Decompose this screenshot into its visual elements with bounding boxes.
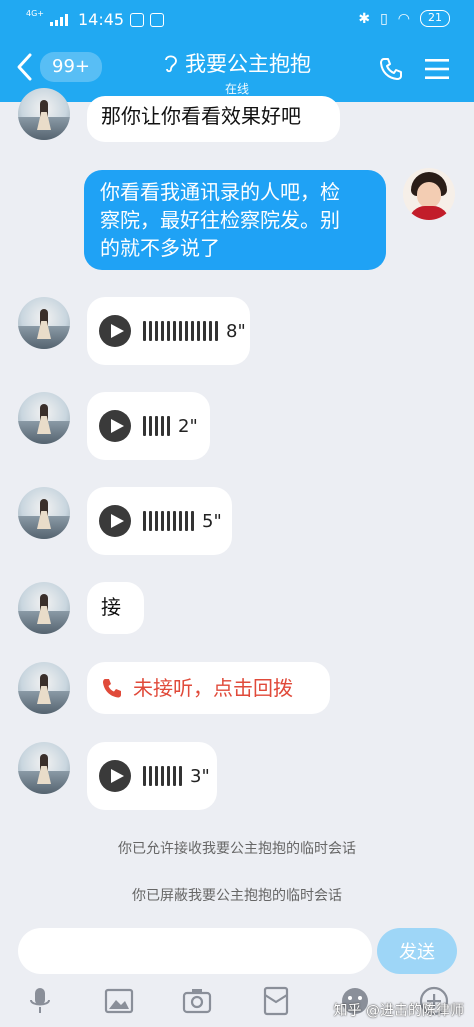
app-notification-icon (150, 12, 165, 27)
bluetooth-icon: ✱ (358, 10, 371, 27)
message-text-line: 的就不多说了 (100, 236, 220, 260)
voice-waveform (143, 765, 182, 787)
microphone-icon[interactable] (25, 986, 55, 1016)
notification-icon (130, 12, 145, 27)
phone-icon (103, 679, 121, 698)
network-type: 4G+ (26, 8, 44, 18)
wifi-icon: ◠ (397, 10, 410, 27)
chat-header: 4G+ 14:45 ✱ ▯ ◠ 21 99+ 我要公主抱抱 在线 (0, 0, 474, 102)
contact-avatar[interactable] (18, 487, 70, 539)
red-packet-icon[interactable] (261, 986, 291, 1016)
play-icon (110, 769, 124, 783)
contact-avatar[interactable] (18, 742, 70, 794)
chat-title: 我要公主抱抱 (185, 52, 311, 76)
voice-message[interactable]: 3" (87, 742, 217, 810)
image-icon[interactable] (104, 986, 134, 1016)
play-icon (110, 324, 124, 338)
message-bubble[interactable]: 那你让你看看效果好吧 (87, 96, 340, 142)
online-status: 在线 (224, 82, 249, 96)
message-text-line: 察院，最好往检察院发。别 (100, 208, 340, 232)
play-button[interactable] (99, 505, 131, 537)
watermark: 知乎 @进击的陈律师 (333, 1003, 464, 1019)
contact-avatar[interactable] (18, 88, 70, 140)
voice-waveform (143, 320, 218, 342)
voice-message[interactable]: 8" (87, 297, 250, 365)
clock: 14:45 (78, 10, 125, 29)
play-button[interactable] (99, 315, 131, 347)
message-text: 那你让你看看效果好吧 (101, 104, 301, 128)
message-bubble[interactable]: 接 (87, 582, 144, 634)
missed-call-text: 未接听，点击回拨 (133, 675, 293, 700)
play-icon (110, 514, 124, 528)
system-note: 你已允许接收我要公主抱抱的临时会话 (118, 841, 356, 857)
message-text: 接 (101, 595, 121, 619)
contact-avatar[interactable] (18, 392, 70, 444)
play-button[interactable] (99, 760, 131, 792)
missed-call-message[interactable]: 未接听，点击回拨 (87, 662, 330, 714)
vibrate-icon: ▯ (380, 10, 388, 27)
voice-duration: 3" (190, 765, 210, 787)
contact-avatar[interactable] (18, 297, 70, 349)
voice-waveform (143, 510, 194, 532)
voice-waveform (143, 415, 170, 437)
contact-avatar[interactable] (18, 582, 70, 634)
outgoing-message-bubble[interactable]: 你看看我通讯录的人吧，检 察院，最好往检察院发。别 的就不多说了 (84, 170, 386, 270)
ear-icon (165, 55, 177, 73)
camera-icon[interactable] (182, 986, 212, 1016)
signal-icon (50, 13, 68, 26)
message-input[interactable] (18, 928, 372, 974)
self-avatar[interactable] (403, 168, 455, 220)
system-note: 你已屏蔽我要公主抱抱的临时会话 (132, 888, 342, 904)
send-button[interactable]: 发送 (377, 928, 457, 974)
contact-avatar[interactable] (18, 662, 70, 714)
nav-bar: 99+ 我要公主抱抱 在线 (0, 44, 474, 96)
voice-duration: 2" (178, 415, 198, 437)
battery-icon: 21 (420, 10, 450, 27)
message-text-line: 你看看我通讯录的人吧，检 (100, 180, 340, 204)
phone-icon[interactable] (378, 56, 404, 82)
voice-duration: 8" (226, 320, 246, 342)
status-bar: 4G+ 14:45 ✱ ▯ ◠ 21 (0, 8, 474, 30)
play-icon (110, 419, 124, 433)
voice-duration: 5" (202, 510, 222, 532)
voice-message[interactable]: 5" (87, 487, 232, 555)
voice-message[interactable]: 2" (87, 392, 210, 460)
menu-icon[interactable] (424, 57, 450, 81)
play-button[interactable] (99, 410, 131, 442)
